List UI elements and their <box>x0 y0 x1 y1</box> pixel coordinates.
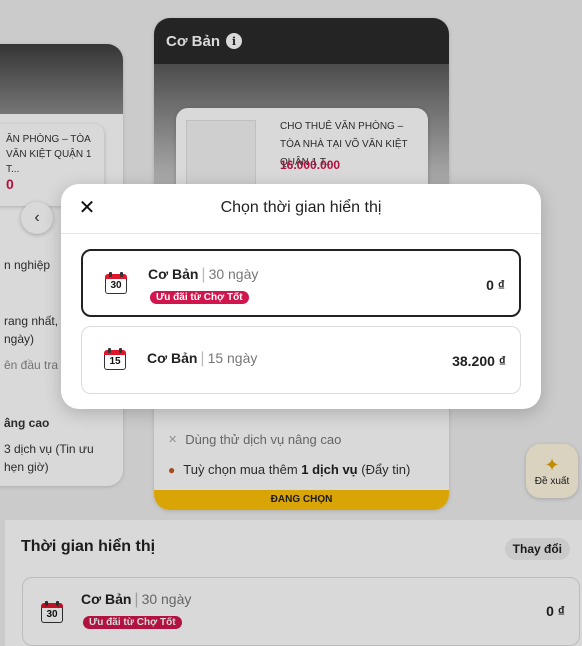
calendar-number: 15 <box>104 355 126 370</box>
option-price: 38.200 ₫ <box>452 353 506 369</box>
duration-option-30-days[interactable]: 30 Cơ Bản | 30 ngày Ưu đãi từ Chợ Tốt 0 ₫ <box>81 249 521 317</box>
calendar-number: 30 <box>105 279 127 294</box>
option-days: 15 ngày <box>207 350 258 366</box>
option-days: 30 ngày <box>208 266 259 282</box>
calendar-icon: 30 <box>105 272 127 294</box>
option-price: 0 ₫ <box>486 277 505 293</box>
modal-title: Chọn thời gian hiển thị <box>220 199 382 216</box>
option-name: Cơ Bản <box>147 350 198 366</box>
promo-badge: Ưu đãi từ Chợ Tốt <box>150 291 249 304</box>
duration-picker-modal: ✕ Chọn thời gian hiển thị 30 Cơ Bản | 30 n… <box>61 184 541 409</box>
modal-header: ✕ Chọn thời gian hiển thị <box>61 184 541 234</box>
calendar-icon: 15 <box>104 348 126 370</box>
option-label: Cơ Bản | 15 ngày <box>147 350 258 367</box>
option-name: Cơ Bản <box>148 266 199 282</box>
duration-option-15-days[interactable]: 15 Cơ Bản | 15 ngày 38.200 ₫ <box>81 326 521 394</box>
option-label: Cơ Bản | 30 ngày <box>148 266 259 283</box>
